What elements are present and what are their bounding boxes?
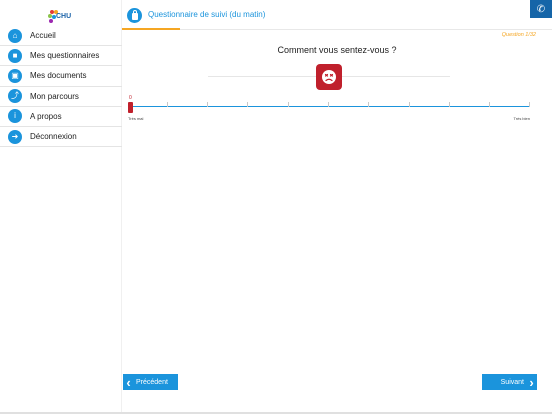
phone-call-icon[interactable]: ✆ [530, 0, 552, 18]
slider-tick [409, 102, 410, 107]
header: Questionnaire de suivi (du matin) ✆ [122, 0, 552, 30]
sidebar-item-label: Mes documents [30, 71, 87, 81]
slider-tick [449, 102, 450, 107]
sidebar-item-accueil[interactable]: ⌂ Accueil [0, 26, 122, 47]
mood-slider[interactable] [128, 106, 530, 107]
sidebar-item-a-propos[interactable]: i A propos [0, 107, 122, 127]
sidebar-nav: ⌂ Accueil ■ Mes questionnaires ▣ Mes doc… [0, 26, 122, 148]
slider-tick [368, 102, 369, 107]
sidebar-item-mes-questionnaires[interactable]: ■ Mes questionnaires [0, 46, 122, 67]
slider-tick [247, 102, 248, 107]
question-progress: Question 1/32 [501, 32, 536, 38]
slider-tick [288, 102, 289, 107]
sidebar-item-label: A propos [30, 111, 62, 121]
sidebar-item-label: Mon parcours [30, 91, 79, 101]
previous-button-label: Précédent [136, 378, 168, 386]
sidebar-item-label: Déconnexion [30, 132, 77, 142]
sidebar: CHU ⌂ Accueil ■ Mes questionnaires ▣ Mes… [0, 0, 122, 414]
sidebar-item-deconnexion[interactable]: ➜ Déconnexion [0, 127, 122, 148]
next-button-label: Suivant [500, 378, 524, 386]
sad-face-icon [316, 64, 342, 90]
chu-logo: CHU [48, 8, 78, 26]
slider-handle[interactable] [128, 102, 133, 113]
slider-tick [328, 102, 329, 107]
logo-text: CHU [56, 13, 72, 20]
slider-min-label: Très mal [128, 116, 144, 121]
slider-tick [167, 102, 168, 107]
previous-button[interactable]: ‹ Précédent [123, 374, 178, 390]
sidebar-item-mes-documents[interactable]: ▣ Mes documents [0, 66, 122, 87]
sad-face-icon-svg [322, 70, 336, 84]
next-button[interactable]: Suivant › [482, 374, 537, 390]
slider-tick [489, 102, 490, 107]
slider-value: 0 [129, 95, 132, 101]
sidebar-item-mon-parcours[interactable]: ⤴ Mon parcours [0, 87, 122, 107]
sidebar-item-label: Mes questionnaires [30, 51, 100, 61]
slider-tick [529, 102, 530, 107]
route-icon: ⤴ [8, 89, 22, 104]
home-icon: ⌂ [8, 28, 22, 43]
slider-tick [207, 102, 208, 107]
info-icon: i [8, 109, 22, 124]
logout-icon: ➜ [8, 129, 22, 144]
sidebar-item-label: Accueil [30, 31, 56, 41]
question-text: Comment vous sentez-vous ? [277, 45, 397, 55]
lock-icon: ■ [8, 48, 22, 63]
chevron-right-icon: › [529, 374, 534, 390]
active-tab-underline [122, 28, 180, 30]
page-title: Questionnaire de suivi (du matin) [148, 10, 266, 19]
questionnaire-lock-icon [127, 8, 142, 23]
camera-icon: ▣ [8, 68, 22, 83]
chevron-left-icon: ‹ [126, 374, 131, 390]
slider-max-label: Très bien [513, 116, 530, 121]
